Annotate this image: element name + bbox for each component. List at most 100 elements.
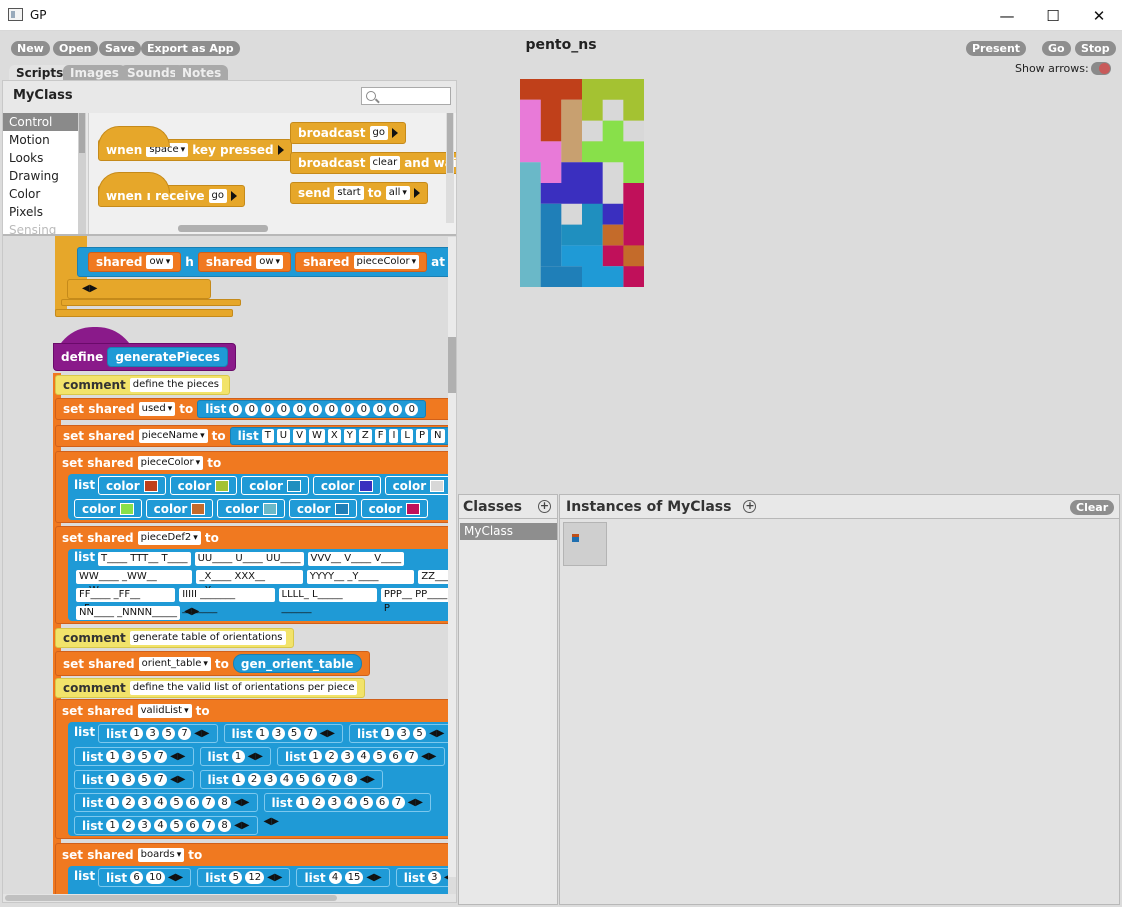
set-piecename-block[interactable]: set shared pieceName to listTUVWXYZFILPN (55, 425, 448, 447)
list-item-slot[interactable]: 1 (106, 819, 120, 832)
list-item-slot[interactable]: 15 (344, 871, 364, 884)
list-item-slot[interactable]: 3 (271, 727, 285, 740)
palette-vertical-scrollbar[interactable] (446, 113, 454, 223)
list-item-slot[interactable]: 2 (311, 796, 325, 809)
list-item-slot[interactable]: 4 (328, 871, 342, 884)
list-item-slot[interactable]: 3 (427, 871, 441, 884)
color-reporter[interactable]: color (217, 499, 285, 518)
color-reporter[interactable]: color (360, 499, 429, 518)
list-item-slot[interactable]: 4 (154, 819, 168, 832)
stop-button[interactable]: Stop (1075, 41, 1116, 56)
list-item-slot[interactable]: 1 (106, 796, 120, 809)
sublist-reporter[interactable]: list 1 ◀▶ (199, 746, 271, 768)
close-button[interactable]: ✕ (1076, 0, 1122, 31)
var-dropdown[interactable]: pieceName (138, 429, 208, 443)
list-item-slot[interactable]: T (261, 429, 274, 443)
script-vscroll-thumb[interactable] (448, 337, 456, 393)
list-item-slot[interactable]: 2 (122, 819, 136, 832)
comment-text[interactable]: define the pieces (129, 378, 222, 392)
color-swatch[interactable] (430, 479, 445, 492)
expand-arrows-icon[interactable]: ◀▶ (408, 792, 423, 814)
shared-reporter[interactable]: shared ow (88, 252, 182, 272)
piece-def-text[interactable]: NN____ _NNNN_____ (76, 606, 181, 620)
expand-arrows-icon[interactable]: ◀▶ (168, 867, 183, 889)
list-item-slot[interactable]: 0 (277, 402, 291, 416)
list-item-slot[interactable]: 3 (122, 773, 136, 786)
script-vertical-scrollbar[interactable] (448, 237, 456, 877)
color-swatch[interactable] (286, 479, 301, 492)
expand-arrows-icon[interactable]: ◀▶ (248, 746, 263, 768)
key-dropdown[interactable]: space (146, 143, 189, 157)
add-instance-icon[interactable]: + (743, 500, 757, 513)
list-item-slot[interactable]: 5 (229, 871, 243, 884)
list-item-slot[interactable]: 3 (122, 750, 136, 763)
list-item-slot[interactable]: 7 (391, 796, 405, 809)
color-reporter[interactable]: color (384, 476, 448, 495)
target-dropdown[interactable]: all (385, 186, 410, 200)
expand-arrows-icon[interactable]: ◀▶ (421, 746, 436, 768)
sublist-reporter[interactable]: list 1 3 5 7 ◀▶ (74, 770, 194, 789)
message-slot[interactable]: clear (369, 156, 401, 170)
piece-def-text[interactable]: YYYY__ _Y____ ______ (306, 570, 415, 596)
list-reporter[interactable]: list T U V W X Y Z F I L P N (229, 427, 448, 445)
piece-def-text[interactable]: UU____ U____ UU____ (194, 552, 304, 566)
comment-text[interactable]: define the valid list of orientations pe… (129, 681, 358, 695)
category-scrollbar[interactable] (78, 113, 86, 234)
list-item-slot[interactable]: W (308, 429, 325, 443)
list-item-slot[interactable]: 1 (130, 727, 144, 740)
list-item-slot[interactable]: 6 (130, 871, 144, 884)
list-item-slot[interactable]: N (431, 429, 445, 443)
category-looks[interactable]: Looks (3, 149, 78, 167)
color-swatch[interactable] (119, 502, 134, 515)
search-input[interactable] (361, 87, 451, 105)
list-item-slot[interactable]: 4 (357, 750, 371, 763)
list-item-slot[interactable]: 1 (231, 773, 245, 786)
set-orient-table-block[interactable]: set shared orient_table to gen_orient_ta… (55, 651, 370, 676)
list-item-slot[interactable]: P (415, 429, 429, 443)
list-item-slot[interactable]: 4 (154, 796, 168, 809)
var-dropdown[interactable]: pieceColor (353, 255, 420, 269)
gen-orient-table-reporter[interactable]: gen_orient_table (232, 654, 362, 673)
expand-arrows-icon[interactable]: ◀▶ (184, 606, 199, 620)
shared-reporter[interactable]: shared ow (197, 252, 292, 272)
list-item-slot[interactable]: 5 (413, 727, 427, 740)
set-validlist-block[interactable]: set shared validList to list list1357◀▶l… (55, 699, 448, 839)
expand-arrows-icon[interactable]: ◀▶ (234, 792, 249, 814)
expand-arrows-icon[interactable]: ◀▶ (82, 283, 97, 294)
minimize-button[interactable]: — (984, 0, 1030, 31)
list-item-slot[interactable]: 7 (405, 750, 419, 763)
color-swatch[interactable] (191, 502, 206, 515)
list-item-slot[interactable]: 5 (138, 773, 152, 786)
defs-list-reporter[interactable]: list T____ TTT__ T____ UU____ U____ UU___… (68, 549, 448, 621)
piece-def-text[interactable]: ZZ____ (418, 570, 448, 584)
message-slot[interactable]: go (208, 189, 227, 203)
set-used-block[interactable]: set shared used to list000000000000 (55, 398, 448, 420)
list-item-slot[interactable]: 6 (186, 796, 200, 809)
list-item-slot[interactable]: 3 (327, 796, 341, 809)
piece-def-text[interactable]: LLLL_ L_____ ______ (278, 588, 377, 614)
color-reporter[interactable]: color (98, 476, 166, 495)
reporter-row[interactable]: sharedow h sharedow sharedpieceColor at (77, 247, 448, 277)
show-arrows-toggle[interactable] (1091, 62, 1111, 75)
category-sensing[interactable]: Sensing (3, 221, 78, 234)
category-motion[interactable]: Motion (3, 131, 78, 149)
list-item-slot[interactable]: 3 (138, 796, 152, 809)
add-class-icon[interactable]: + (538, 500, 551, 513)
list-item-slot[interactable]: 1 (106, 750, 120, 763)
new-button[interactable]: New (11, 41, 50, 56)
present-button[interactable]: Present (966, 41, 1027, 56)
list-item-slot[interactable]: 5 (138, 750, 152, 763)
tab-notes[interactable]: Notes (175, 65, 229, 81)
list-item-slot[interactable]: 12 (245, 871, 265, 884)
list-item-slot[interactable]: 0 (325, 402, 339, 416)
color-list-reporter[interactable]: list color color color color color color colo… (68, 474, 448, 520)
piece-def-text[interactable]: VVV__ V____ V____ (307, 552, 405, 566)
expand-arrows-icon[interactable]: ◀▶ (194, 723, 209, 745)
list-item-slot[interactable]: 3 (138, 819, 152, 832)
shared-reporter[interactable]: shared pieceColor (295, 252, 428, 272)
sublist-reporter[interactable]: list 1 3 5 7 ◀▶ (74, 747, 194, 766)
list-reporter[interactable]: list 0 0 0 0 0 0 0 0 0 0 0 0 (197, 400, 427, 418)
script-hscroll-thumb[interactable] (5, 895, 337, 901)
list-item-slot[interactable]: I (389, 429, 399, 443)
list-item-slot[interactable]: 6 (375, 796, 389, 809)
